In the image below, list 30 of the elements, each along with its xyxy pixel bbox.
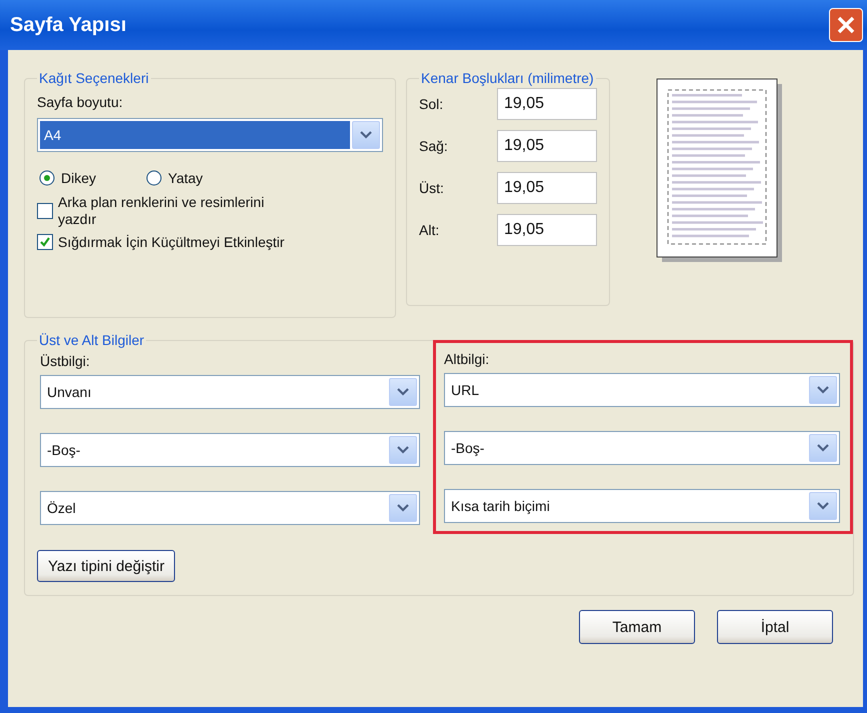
dropdown[interactable]: Unvanı — [40, 375, 420, 409]
dropdown[interactable]: Kısa tarih biçimi — [444, 489, 840, 523]
field-label: Sağ: — [419, 138, 449, 154]
margin-field[interactable]: 19,05 — [497, 130, 597, 162]
dropdown[interactable]: -Boş- — [444, 431, 840, 465]
group-title: Üst ve Alt Bilgiler — [38, 332, 146, 348]
dialog-button[interactable]: İptal — [717, 610, 833, 644]
margin-field[interactable]: 19,05 — [497, 214, 597, 246]
selected-option: A4 — [40, 121, 350, 149]
radio-label: Yatay — [168, 170, 203, 186]
group-title: Kenar Boşlukları (milimetre) — [420, 70, 595, 86]
field-label: Alt: — [419, 222, 440, 238]
field-label: Sayfa boyutu: — [37, 94, 124, 110]
field-label: Altbilgi: — [444, 351, 490, 367]
margin-field[interactable]: 19,05 — [497, 88, 597, 120]
checkbox-label: Sığdırmak İçin Küçültmeyi Etkinleştir — [58, 234, 284, 250]
dropdown[interactable]: A4 — [37, 118, 383, 152]
window-title: Sayfa Yapısı — [10, 14, 126, 36]
dropdown[interactable]: -Boş- — [40, 433, 420, 467]
margin-field[interactable]: 19,05 — [497, 172, 597, 204]
radio-label: Dikey — [61, 170, 96, 186]
change-font-button[interactable]: Yazı tipini değiştir — [37, 550, 176, 582]
field-label: Sol: — [419, 96, 444, 112]
field-label: Üst: — [419, 180, 445, 196]
dropdown[interactable]: URL — [444, 373, 840, 407]
field-label: Üstbilgi: — [40, 353, 91, 369]
checkbox-label: Arka plan renklerini ve resimlerini yazdır — [58, 194, 266, 228]
dialog-button[interactable]: Tamam — [579, 610, 695, 644]
group-title: Kağıt Seçenekleri — [38, 70, 150, 86]
dropdown[interactable]: Özel — [40, 491, 420, 525]
